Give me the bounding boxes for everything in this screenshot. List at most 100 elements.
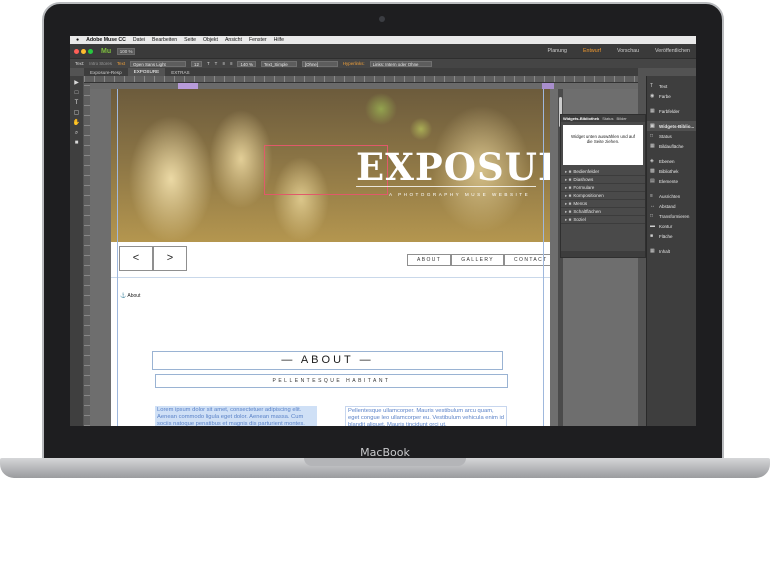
panel-transform[interactable]: □ Transformieren	[647, 211, 696, 221]
page[interactable]: EXPOSURE A PHOTOGRAPHY MUSE WEBSITE < > …	[111, 89, 550, 426]
zoom-window-button[interactable]	[88, 48, 93, 54]
mode-vorschau[interactable]: Vorschau	[617, 48, 639, 54]
spacing-icon: ↔	[650, 203, 655, 209]
panel-swatches[interactable]: ▦ Farbfelder	[647, 106, 696, 116]
widget-folder[interactable]: ▸ ■ Bedienfelder	[561, 168, 645, 176]
folder-icon: ▸ ■	[565, 201, 572, 206]
char-style-select[interactable]: [Ohne]	[301, 60, 338, 67]
align-center-icon[interactable]: ≡	[230, 61, 233, 66]
panel-label: Elemente	[659, 178, 679, 184]
app-bar: Mu 100 % Planung Entwurf Vorschau Veröff…	[70, 44, 696, 58]
menu-datei[interactable]: Datei	[133, 37, 145, 43]
font-select[interactable]: Open Sans Light	[130, 60, 187, 67]
paragraph-style-select[interactable]: Text_Simple	[260, 60, 297, 67]
fill-icon[interactable]: ■	[73, 140, 81, 147]
panel-label: Farbe	[659, 93, 671, 99]
menu-ansicht[interactable]: Ansicht	[225, 37, 242, 43]
anchor-about[interactable]: ⚓ About	[120, 293, 140, 299]
panel-spacing[interactable]: ↔ Abstand	[647, 201, 696, 211]
panel-text[interactable]: T Text	[647, 81, 696, 91]
swatches-icon: ▦	[650, 108, 655, 114]
tab-exposure-resp[interactable]: Exposure-Resp	[84, 70, 128, 75]
text-column-right[interactable]: Pellentesque ullamcorper. Mauris vestibu…	[345, 406, 507, 426]
panel-widgets-library[interactable]: ▣ Widgets-Biblio...	[647, 121, 696, 131]
panel-library[interactable]: ▩ Bibliothek	[647, 166, 696, 176]
menu-objekt[interactable]: Objekt	[203, 37, 218, 43]
fill-icon: ■	[650, 233, 654, 239]
hand-tool-icon[interactable]: ✋	[73, 120, 81, 127]
stroke-icon: ▬	[650, 223, 655, 229]
tab-images[interactable]: Bilder	[617, 116, 627, 121]
panel-color[interactable]: ◉ Farbe	[647, 91, 696, 101]
close-window-button[interactable]	[74, 48, 79, 54]
mode-switcher: Planung Entwurf Vorschau Veröffentlichen	[548, 44, 690, 58]
menu-item-gallery[interactable]: GALLERY	[451, 254, 505, 266]
tab-extras[interactable]: EXTRAS	[165, 70, 195, 75]
text-name-value[interactable]: Intro Stores	[89, 61, 112, 66]
panel-fill[interactable]: ■ Fläche	[647, 231, 696, 241]
tab-exposure[interactable]: EXPOSURE	[127, 68, 166, 76]
tracking-field[interactable]: 140 %	[237, 60, 256, 67]
menu-app-name[interactable]: Adobe Muse CC	[86, 37, 126, 43]
zoom-tool-icon[interactable]: ⌕	[73, 130, 81, 137]
about-title[interactable]: — ABOUT —	[152, 351, 503, 370]
laptop-notch	[304, 458, 466, 466]
italic-icon[interactable]: T	[215, 61, 218, 66]
tab-widgets-library[interactable]: Widgets-Bibliothek	[563, 116, 599, 121]
mode-entwurf[interactable]: Entwurf	[583, 48, 601, 54]
content-icon: ▦	[650, 248, 655, 254]
menu-fenster[interactable]: Fenster	[249, 37, 267, 43]
widgets-icon: ▣	[650, 123, 655, 129]
menu-seite[interactable]: Seite	[184, 37, 196, 43]
menu-item-about[interactable]: ABOUT	[407, 254, 452, 266]
align-left-icon[interactable]: ≡	[222, 61, 225, 66]
bold-icon[interactable]: T	[207, 61, 210, 66]
text-tool-icon[interactable]: T	[73, 100, 81, 107]
hero-subtitle[interactable]: A PHOTOGRAPHY MUSE WEBSITE	[389, 192, 530, 197]
mode-planung[interactable]: Planung	[548, 48, 567, 54]
panel-assets[interactable]: ▤ Elemente	[647, 176, 696, 186]
hero-title[interactable]: EXPOSURE	[356, 145, 550, 189]
selection-tool-icon[interactable]: ▶	[73, 80, 81, 87]
zoom-select[interactable]: 100 %	[117, 47, 136, 55]
text-icon: T	[650, 83, 654, 89]
panel-label: Text	[659, 83, 668, 89]
panel-status[interactable]: □ Status	[647, 131, 696, 141]
panel-stroke[interactable]: ▬ Kontur	[647, 221, 696, 231]
minimize-window-button[interactable]	[81, 48, 86, 54]
control-bar: Text: Intro Stores Text Open Sans Light …	[70, 58, 696, 68]
widget-folder[interactable]: ▸ ■ Schaltflächen	[561, 208, 645, 216]
mode-veroeffentlichen[interactable]: Veröffentlichen	[655, 48, 690, 54]
panel-layers[interactable]: ◈ Ebenen	[647, 156, 696, 166]
panel-image-area[interactable]: ▦ Bildaufläche	[647, 141, 696, 151]
text-label: Text:	[75, 61, 85, 66]
next-button[interactable]: >	[153, 246, 187, 271]
widget-folder[interactable]: ▸ ■ Soziel	[561, 216, 645, 224]
panel-label: Fläche	[659, 233, 673, 239]
hyperlink-select[interactable]: Links: Intern oder Ohne	[369, 60, 432, 67]
tab-status[interactable]: Status	[602, 116, 613, 121]
widget-folder-label: Menüs	[573, 201, 588, 206]
site-menu: ABOUT GALLERY CONTACT	[407, 254, 550, 266]
panel-label: Status	[659, 133, 672, 139]
previous-button[interactable]: <	[119, 246, 153, 271]
rectangle-tool-icon[interactable]: ▢	[73, 110, 81, 117]
text-column-left[interactable]: Lorem ipsum dolor sit amet, consectetuer…	[155, 406, 317, 426]
panel-align[interactable]: ≡ Ausrichten	[647, 191, 696, 201]
font-size-field[interactable]: 12	[191, 60, 202, 67]
color-icon: ◉	[650, 93, 655, 99]
about-subtitle[interactable]: PELLENTESQUE HABITANT	[155, 374, 508, 388]
panel-label: Kontur	[659, 223, 673, 229]
crop-tool-icon[interactable]: □	[73, 90, 81, 97]
widget-folder[interactable]: ▸ ■ Menüs	[561, 200, 645, 208]
style-label: Text	[116, 61, 126, 66]
widget-folder-label: Kompositionen	[573, 193, 604, 198]
menu-bearbeiten[interactable]: Bearbeiten	[152, 37, 177, 43]
apple-icon[interactable]: ●	[76, 37, 79, 43]
design-canvas[interactable]: EXPOSURE A PHOTOGRAPHY MUSE WEBSITE < > …	[90, 89, 638, 426]
panel-content[interactable]: ▦ Inhalt	[647, 246, 696, 256]
menu-hilfe[interactable]: Hilfe	[274, 37, 284, 43]
widget-folder[interactable]: ▸ ■ Diashows	[561, 176, 645, 184]
widget-folder[interactable]: ▸ ■ Formulare	[561, 184, 645, 192]
widget-folder[interactable]: ▸ ■ Kompositionen	[561, 192, 645, 200]
